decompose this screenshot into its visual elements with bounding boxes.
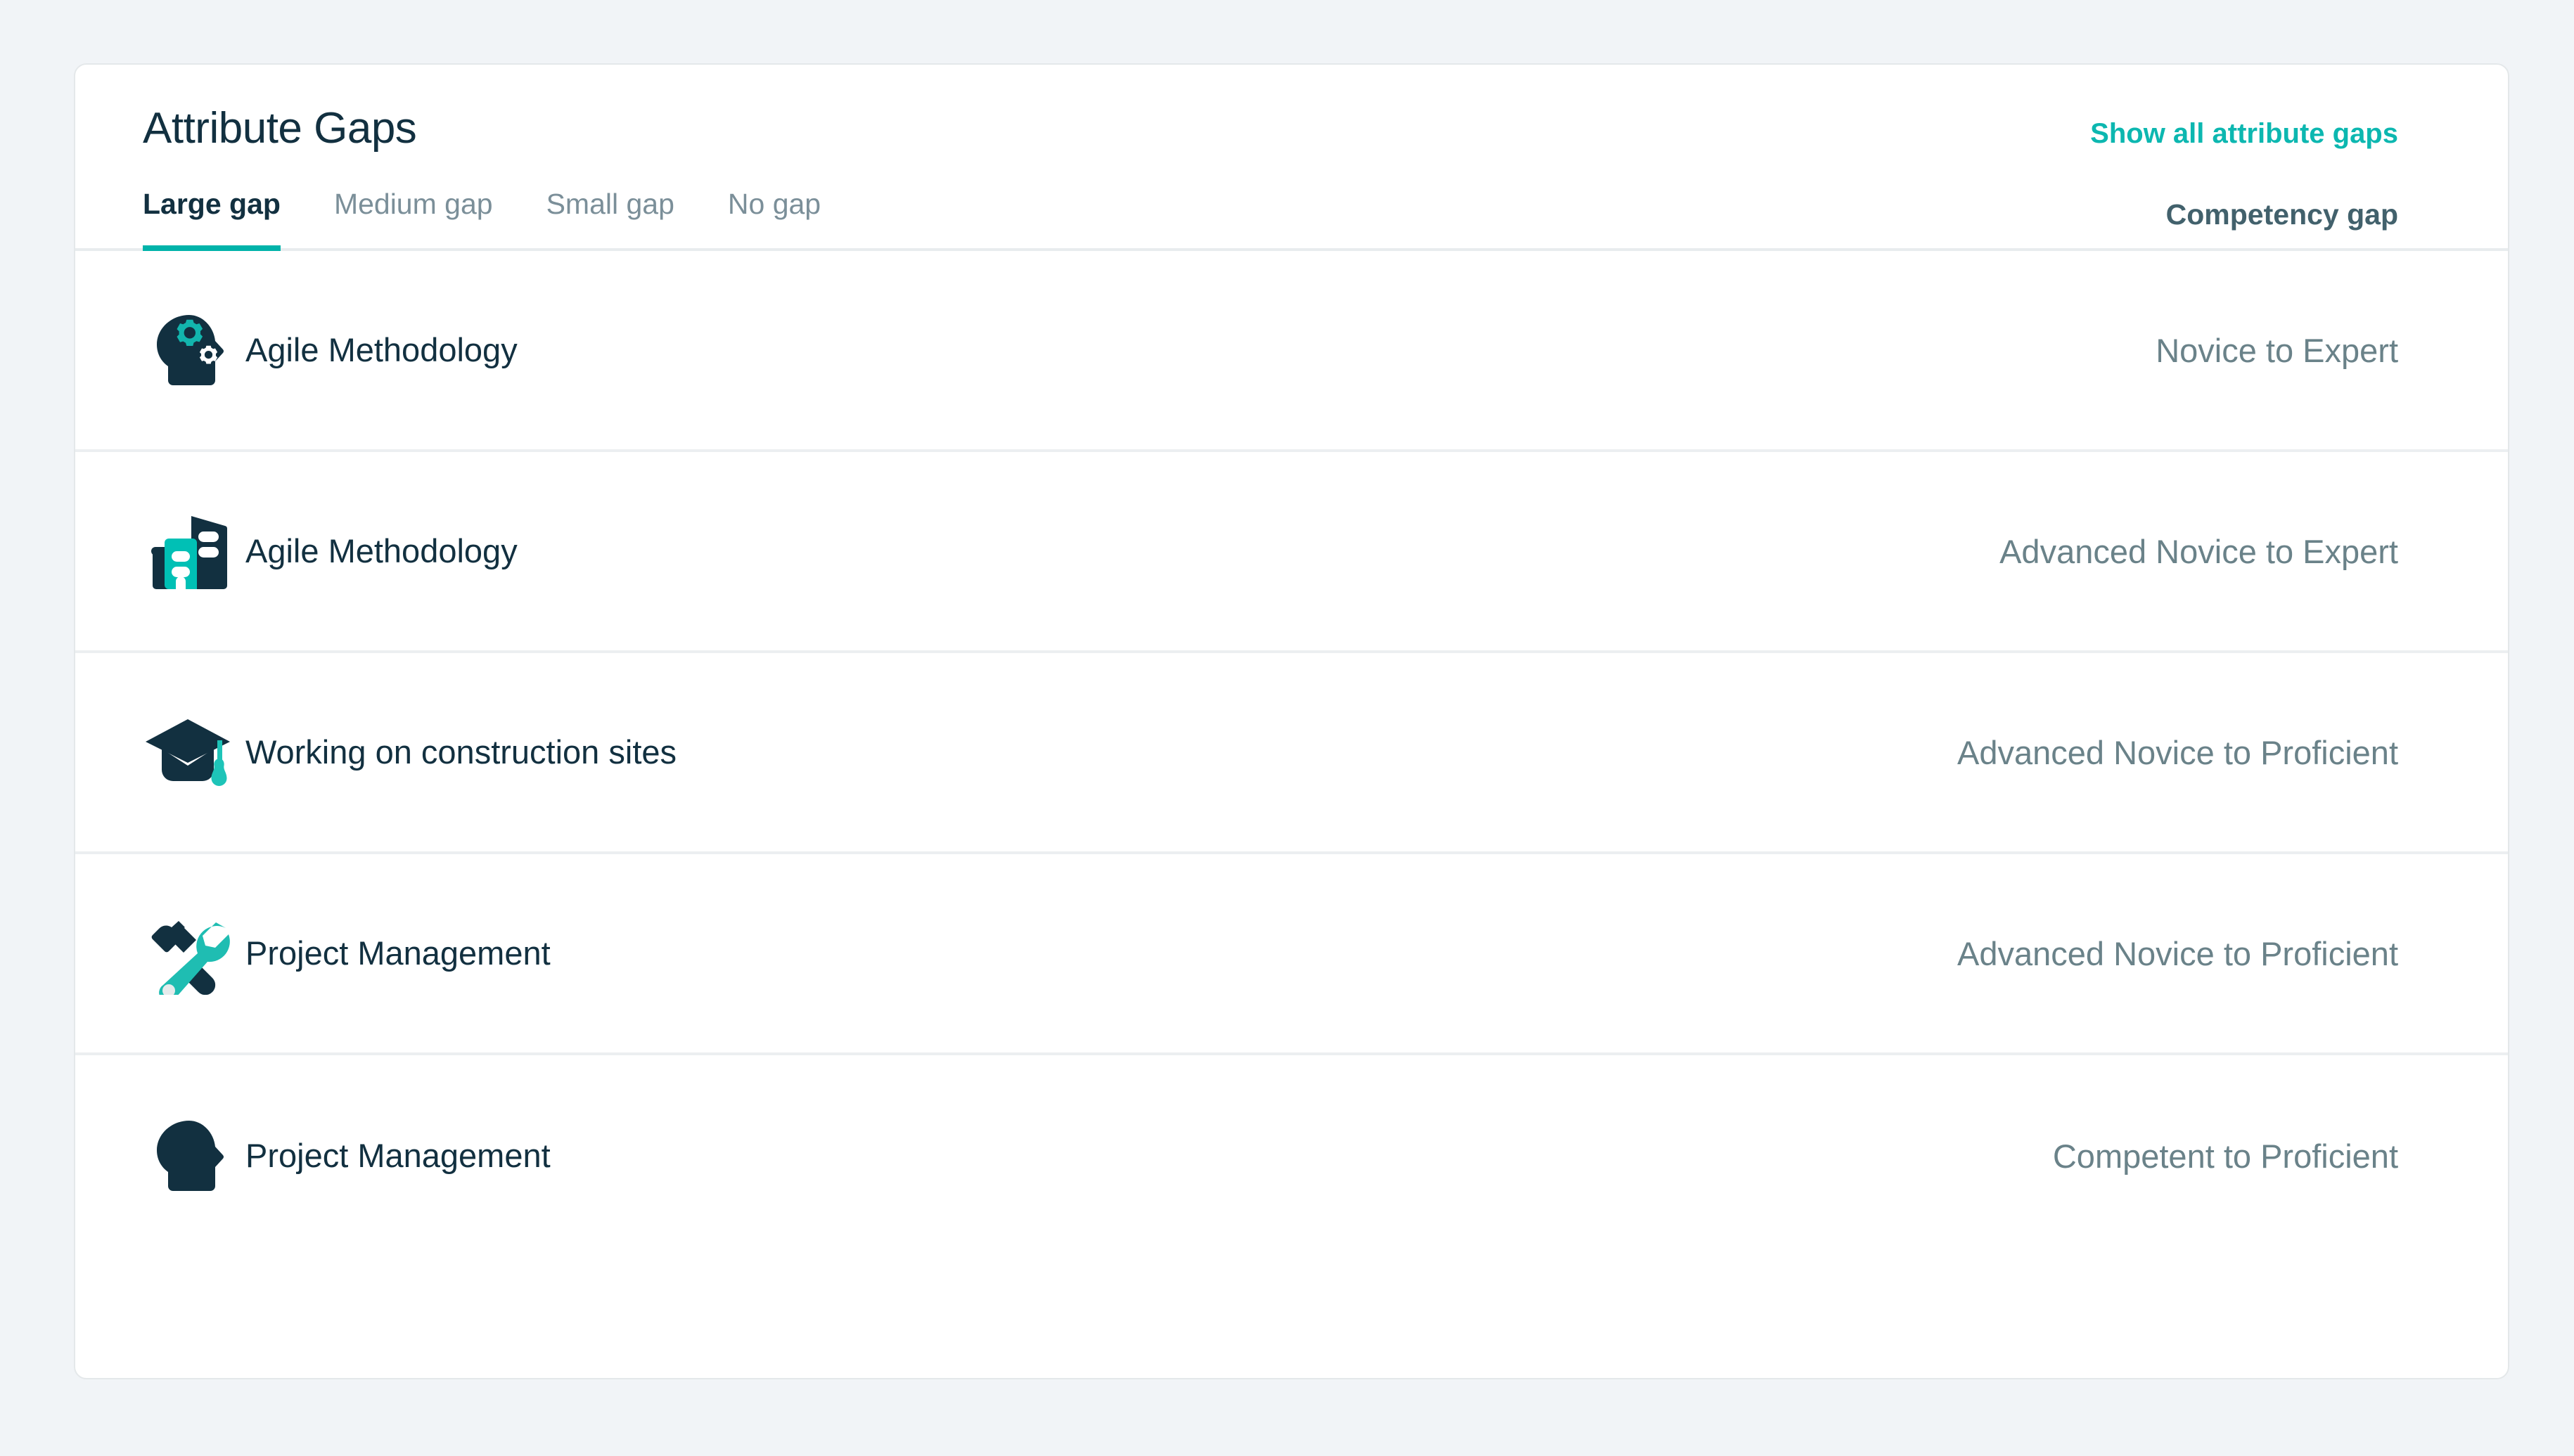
tab-list: Large gap Medium gap Small gap No gap (143, 176, 821, 248)
tab-no-gap[interactable]: No gap (728, 176, 821, 248)
tab-medium-gap-label: Medium gap (334, 188, 493, 221)
row-competency-gap-value: Novice to Expert (2156, 331, 2398, 370)
head-silhouette-icon (143, 1109, 236, 1202)
tab-medium-gap[interactable]: Medium gap (334, 176, 493, 248)
table-row[interactable]: Project Management Advanced Novice to Pr… (75, 854, 2508, 1055)
table-row[interactable]: Project Management Competent to Proficie… (75, 1055, 2508, 1256)
hammer-and-wrench-icon (143, 907, 236, 1000)
page-background: Attribute Gaps Show all attribute gaps L… (0, 0, 2574, 1456)
row-competency-gap-value: Competent to Proficient (2053, 1137, 2398, 1175)
attribute-gaps-list: Agile Methodology Novice to Expert (75, 251, 2508, 1256)
row-competency-gap-value: Advanced Novice to Proficient (1957, 934, 2398, 973)
row-attribute-label: Agile Methodology (245, 533, 1999, 569)
row-attribute-label: Agile Methodology (245, 332, 2156, 368)
tab-bar: Large gap Medium gap Small gap No gap Co… (75, 176, 2508, 251)
row-attribute-label: Working on construction sites (245, 734, 1957, 771)
row-attribute-label: Project Management (245, 935, 1957, 972)
tab-large-gap-label: Large gap (143, 188, 281, 221)
head-with-gears-icon (143, 304, 236, 397)
row-competency-gap-value: Advanced Novice to Expert (1999, 532, 2398, 571)
graduation-cap-icon (143, 706, 236, 799)
tab-small-gap-label: Small gap (546, 188, 674, 221)
tab-large-gap[interactable]: Large gap (143, 176, 281, 248)
column-header-competency-gap: Competency gap (2166, 198, 2398, 248)
office-buildings-icon (143, 505, 236, 598)
table-row[interactable]: Agile Methodology Novice to Expert (75, 251, 2508, 452)
attribute-gaps-card: Attribute Gaps Show all attribute gaps L… (74, 63, 2509, 1379)
table-row[interactable]: Agile Methodology Advanced Novice to Exp… (75, 452, 2508, 653)
row-competency-gap-value: Advanced Novice to Proficient (1957, 733, 2398, 772)
row-attribute-label: Project Management (245, 1138, 2053, 1174)
page-title: Attribute Gaps (143, 105, 416, 151)
show-all-attribute-gaps-link[interactable]: Show all attribute gaps (2090, 120, 2398, 148)
tab-no-gap-label: No gap (728, 188, 821, 221)
card-header: Attribute Gaps Show all attribute gaps (75, 65, 2508, 151)
table-row[interactable]: Working on construction sites Advanced N… (75, 653, 2508, 854)
tab-small-gap[interactable]: Small gap (546, 176, 674, 248)
